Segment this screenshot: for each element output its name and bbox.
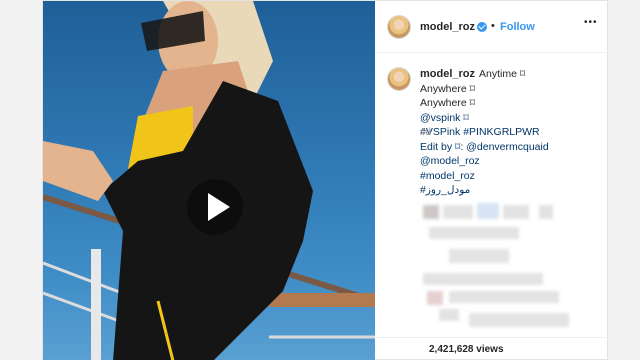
play-icon[interactable] bbox=[187, 179, 243, 235]
caption-line: Anywhere ⌑ bbox=[420, 97, 475, 109]
caption-avatar[interactable] bbox=[387, 67, 411, 91]
blurred-comment bbox=[449, 291, 559, 303]
caption-username[interactable]: model_roz bbox=[420, 68, 475, 80]
mention-link[interactable]: @model_roz bbox=[420, 154, 605, 169]
mention-link[interactable]: @vspink ⌑ bbox=[420, 111, 605, 126]
hashtag-link[interactable]: #model_roz bbox=[420, 169, 605, 184]
railing-wood bbox=[269, 293, 375, 307]
blurred-comment bbox=[449, 249, 509, 263]
blurred-comment bbox=[503, 205, 529, 219]
view-count[interactable]: 2,421,628 views bbox=[429, 344, 504, 355]
post-card: model_roz • Follow model_roz Anytime ⌑ An… bbox=[42, 0, 609, 360]
hashtag-link[interactable]: #VSPink #PINKGRLPWR bbox=[420, 125, 605, 140]
post-sidebar: model_roz • Follow model_roz Anytime ⌑ An… bbox=[375, 1, 609, 360]
divider bbox=[375, 337, 609, 338]
caption-text: model_roz Anytime ⌑ Anywhere ⌑ Anywhere ⌑… bbox=[420, 67, 605, 198]
caption-line: Anywhere ⌑ bbox=[420, 82, 475, 95]
caption-line: Anytime ⌑ bbox=[479, 68, 526, 80]
blurred-comment bbox=[429, 227, 519, 239]
video-player[interactable] bbox=[43, 1, 375, 360]
post-header: model_roz • Follow bbox=[375, 1, 609, 53]
blurred-comment bbox=[469, 313, 569, 327]
avatar[interactable] bbox=[387, 15, 411, 39]
blurred-comment bbox=[477, 203, 499, 219]
comments-area bbox=[379, 197, 607, 337]
blurred-comment bbox=[443, 205, 473, 219]
railing-post bbox=[91, 249, 101, 360]
blurred-comment bbox=[439, 309, 459, 321]
header-username[interactable]: model_roz bbox=[420, 21, 475, 33]
blurred-comment bbox=[539, 205, 553, 219]
blurred-comment bbox=[427, 291, 443, 305]
blurred-comment bbox=[423, 205, 439, 219]
blurred-comment bbox=[423, 273, 543, 285]
edit-credit[interactable]: Edit by ⌑: @denvermcquaid bbox=[420, 140, 605, 155]
post-time[interactable]: 4d bbox=[420, 127, 431, 138]
follow-button[interactable]: Follow bbox=[500, 21, 535, 33]
more-options-icon[interactable]: ••• bbox=[584, 17, 598, 28]
hashtag-link[interactable]: #مودل_روز bbox=[420, 183, 605, 198]
verified-badge-icon bbox=[477, 22, 487, 32]
separator-dot: • bbox=[491, 20, 495, 32]
arm bbox=[43, 141, 113, 201]
